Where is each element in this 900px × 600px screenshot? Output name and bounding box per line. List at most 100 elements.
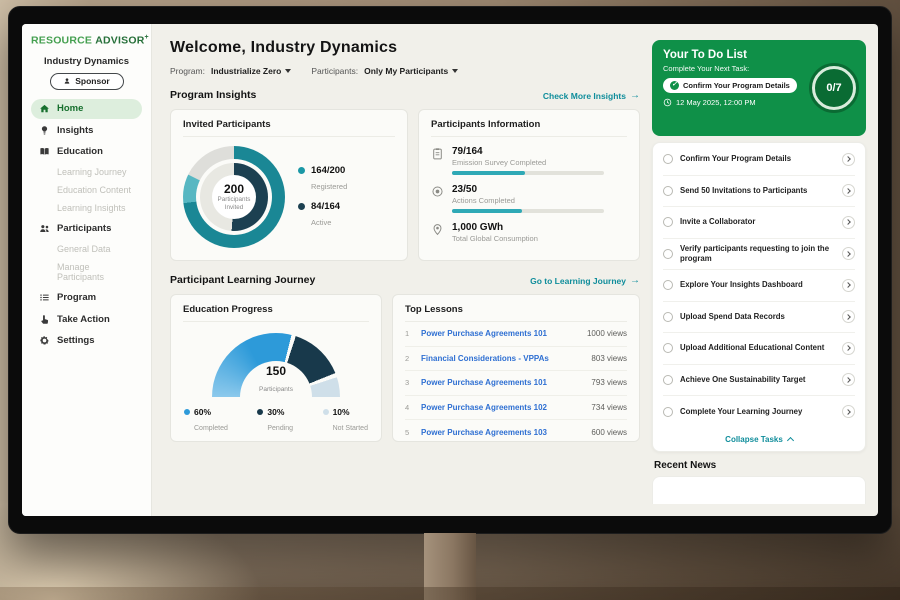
lesson-link[interactable]: Financial Considerations - VPPAs <box>421 354 583 363</box>
lesson-row: 3 Power Purchase Agreements 101 793 view… <box>405 371 627 396</box>
donut-legend: 164/200Registered 84/164Active <box>298 158 347 237</box>
sidebar-item-learning-insights[interactable]: Learning Insights <box>31 199 142 217</box>
chevron-right-icon[interactable] <box>842 373 855 386</box>
task-row[interactable]: Confirm Your Program Details <box>663 144 855 176</box>
collapse-tasks-link[interactable]: Collapse Tasks <box>663 428 855 449</box>
gear-icon <box>39 335 50 346</box>
chevron-right-icon[interactable] <box>842 279 855 292</box>
next-task-pill[interactable]: ✓ Confirm Your Program Details <box>663 78 797 93</box>
todo-title: Your To Do List <box>663 49 855 61</box>
gauge-center-label: Participants <box>259 386 293 393</box>
sponsor-badge[interactable]: Sponsor <box>50 73 124 90</box>
chevron-right-icon[interactable] <box>842 153 855 166</box>
sidebar-item-general-data[interactable]: General Data <box>31 240 142 258</box>
task-row[interactable]: Achieve One Sustainability Target <box>663 365 855 397</box>
task-row[interactable]: Send 50 Invitations to Participants <box>663 176 855 208</box>
task-row[interactable]: Complete Your Learning Journey <box>663 396 855 428</box>
chevron-right-icon[interactable] <box>842 310 855 323</box>
go-to-learning-journey-link[interactable]: Go to Learning Journey → <box>530 276 640 286</box>
task-row[interactable]: Upload Spend Data Records <box>663 302 855 334</box>
arrow-right-icon: → <box>630 91 640 101</box>
sidebar-item-take-action[interactable]: Take Action <box>31 309 142 329</box>
card-title: Invited Participants <box>183 119 395 137</box>
sidebar: RESOURCE ADVISOR+ Industry Dynamics Spon… <box>22 24 152 516</box>
people-icon <box>39 223 50 234</box>
section-title-program-insights: Program Insights <box>170 89 256 101</box>
top-lessons-card: Top Lessons 1 Power Purchase Agreements … <box>392 294 640 442</box>
stat-global-consumption: 1,000 GWh Total Global Consumption <box>431 222 627 243</box>
task-row[interactable]: Explore Your Insights Dashboard <box>663 270 855 302</box>
arrow-right-icon: → <box>630 276 640 286</box>
map-pin-icon <box>431 223 444 236</box>
learning-cards-row: Education Progress 150 Participants <box>170 294 640 442</box>
insights-cards-row: Invited Participants 200 Participants In… <box>170 109 640 261</box>
participants-select[interactable]: Only My Participants <box>364 66 458 76</box>
education-progress-gauge-chart: 150 Participants <box>212 333 340 397</box>
logo-plus: + <box>144 34 148 41</box>
dashboard-app: RESOURCE ADVISOR+ Industry Dynamics Spon… <box>22 24 878 516</box>
check-more-insights-link[interactable]: Check More Insights → <box>543 91 640 101</box>
task-checkbox[interactable] <box>663 343 673 353</box>
desk-edge <box>0 587 900 600</box>
task-checkbox[interactable] <box>663 312 673 322</box>
task-checkbox[interactable] <box>663 154 673 164</box>
sidebar-item-settings[interactable]: Settings <box>31 331 142 351</box>
task-row[interactable]: Upload Additional Educational Content <box>663 333 855 365</box>
actions-progress-bar <box>452 209 604 213</box>
program-select[interactable]: Industrialize Zero <box>211 66 291 76</box>
card-title: Top Lessons <box>405 304 627 322</box>
monitor-bezel: RESOURCE ADVISOR+ Industry Dynamics Spon… <box>8 6 892 534</box>
sponsor-label: Sponsor <box>75 76 109 86</box>
section-title-learning-journey: Participant Learning Journey <box>170 274 315 286</box>
task-checkbox[interactable] <box>663 280 673 290</box>
task-checkbox[interactable] <box>663 186 673 196</box>
lesson-link[interactable]: Power Purchase Agreements 102 <box>421 403 583 412</box>
lesson-link[interactable]: Power Purchase Agreements 101 <box>421 378 583 387</box>
invited-participants-card: Invited Participants 200 Participants In… <box>170 109 408 261</box>
lightbulb-icon <box>39 125 50 136</box>
donut-center-label: Participants Invited <box>213 196 255 212</box>
org-name: Industry Dynamics <box>31 56 142 67</box>
learning-journey-header: Participant Learning Journey Go to Learn… <box>170 274 640 286</box>
task-checkbox[interactable] <box>663 375 673 385</box>
chevron-down-icon <box>285 69 291 73</box>
chevron-right-icon[interactable] <box>842 405 855 418</box>
task-checkbox[interactable] <box>663 407 673 417</box>
task-list-card: Confirm Your Program Details Send 50 Inv… <box>652 142 866 452</box>
logo-text-primary: RESOURCE <box>31 35 92 47</box>
legend-item-active: 84/164Active <box>298 201 347 230</box>
sidebar-item-participants[interactable]: Participants <box>31 219 142 239</box>
chevron-right-icon[interactable] <box>842 184 855 197</box>
stat-actions-completed: 23/50 Actions Completed <box>431 184 627 213</box>
chevron-down-icon <box>452 69 458 73</box>
sidebar-item-home[interactable]: Home <box>31 99 142 119</box>
legend-dot <box>323 409 329 415</box>
task-checkbox[interactable] <box>663 217 673 227</box>
lesson-link[interactable]: Power Purchase Agreements 103 <box>421 428 583 437</box>
chevron-right-icon[interactable] <box>842 342 855 355</box>
task-checkbox[interactable] <box>663 249 673 259</box>
app-logo: RESOURCE ADVISOR+ <box>31 34 142 47</box>
sidebar-item-manage-participants[interactable]: Manage Participants <box>31 258 142 286</box>
chevron-right-icon[interactable] <box>842 247 855 260</box>
sidebar-item-insights[interactable]: Insights <box>31 120 142 140</box>
sidebar-item-learning-journey[interactable]: Learning Journey <box>31 163 142 181</box>
education-progress-card: Education Progress 150 Participants <box>170 294 382 442</box>
emission-survey-progress-bar <box>452 171 604 175</box>
gauge-center-value: 150 <box>240 364 312 378</box>
sidebar-item-program[interactable]: Program <box>31 288 142 308</box>
invited-participants-donut-chart: 200 Participants Invited <box>183 146 285 248</box>
task-row[interactable]: Verify participants requesting to join t… <box>663 239 855 271</box>
clock-icon <box>663 98 672 107</box>
lesson-link[interactable]: Power Purchase Agreements 101 <box>421 329 579 338</box>
home-icon <box>39 103 50 114</box>
lesson-row: 2 Financial Considerations - VPPAs 803 v… <box>405 347 627 372</box>
todo-header-card: Your To Do List Complete Your Next Task:… <box>652 40 866 136</box>
donut-center-value: 200 <box>224 182 244 196</box>
task-row[interactable]: Invite a Collaborator <box>663 207 855 239</box>
chevron-right-icon[interactable] <box>842 216 855 229</box>
recent-news-title: Recent News <box>654 460 866 471</box>
participants-information-card: Participants Information 79/164 Emission… <box>418 109 640 261</box>
sidebar-item-education[interactable]: Education <box>31 142 142 162</box>
sidebar-item-education-content[interactable]: Education Content <box>31 181 142 199</box>
